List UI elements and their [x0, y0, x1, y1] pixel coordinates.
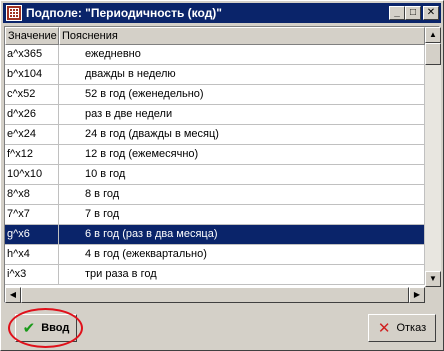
vertical-scroll-thumb[interactable] [425, 43, 441, 65]
table-row[interactable]: e^x24 24 в год (дважды в месяц) [5, 125, 425, 145]
table-row[interactable]: b^x104 дважды в неделю [5, 65, 425, 85]
cell-value: a^x365 [5, 45, 59, 65]
grid-viewport: Значение Пояснения a^x365 ежедневно b^x104… [5, 27, 425, 287]
horizontal-scrollbar[interactable]: ◀ ▶ [5, 287, 425, 303]
scroll-right-arrow-icon[interactable]: ▶ [409, 287, 425, 303]
cell-value: 10^x10 [5, 165, 59, 185]
table-row[interactable]: 10^x10 10 в год [5, 165, 425, 185]
close-button[interactable]: ✕ [423, 6, 439, 20]
table-row[interactable]: c^x52 52 в год (еженедельно) [5, 85, 425, 105]
grid-body: a^x365 ежедневно b^x104 дважды в неделю c^x5… [5, 45, 425, 285]
maximize-button[interactable]: □ [405, 6, 421, 20]
table-icon [6, 5, 22, 21]
cell-description: 4 в год (ежеквартально) [59, 245, 425, 265]
cell-description: 7 в год [59, 205, 425, 225]
cell-value: c^x52 [5, 85, 59, 105]
scrollbar-corner [425, 287, 441, 303]
cancel-button[interactable]: ✕ Отказ [368, 314, 436, 342]
table-row[interactable]: 7^x7 7 в год [5, 205, 425, 225]
scroll-up-arrow-icon[interactable]: ▲ [425, 27, 441, 43]
cell-value: b^x104 [5, 65, 59, 85]
table-row[interactable]: d^x26 раз в две недели [5, 105, 425, 125]
minimize-button[interactable]: _ [389, 6, 405, 20]
title-bar[interactable]: Подполе: "Периодичность (код)" _ □ ✕ [3, 3, 441, 23]
cell-description: 12 в год (ежемесячно) [59, 145, 425, 165]
check-icon: ✔ [22, 319, 36, 337]
cell-value: d^x26 [5, 105, 59, 125]
table-row[interactable]: g^x6 6 в год (раз в два месяца) [5, 225, 425, 245]
scroll-down-arrow-icon[interactable]: ▼ [425, 271, 441, 287]
grid-header: Значение Пояснения [5, 27, 425, 45]
dialog-window: Подполе: "Периодичность (код)" _ □ ✕ Зна… [0, 0, 444, 351]
cell-value: f^x12 [5, 145, 59, 165]
cell-value: 7^x7 [5, 205, 59, 225]
cell-value: h^x4 [5, 245, 59, 265]
column-header-value[interactable]: Значение [5, 27, 59, 45]
table-row[interactable]: f^x12 12 в год (ежемесячно) [5, 145, 425, 165]
table-row[interactable]: h^x4 4 в год (ежеквартально) [5, 245, 425, 265]
cell-value: i^x3 [5, 265, 59, 285]
cross-icon: ✕ [377, 319, 391, 337]
cell-value: 8^x8 [5, 185, 59, 205]
title-buttons: _ □ ✕ [389, 6, 439, 20]
cell-value: e^x24 [5, 125, 59, 145]
cell-description: 52 в год (еженедельно) [59, 85, 425, 105]
cell-value: g^x6 [5, 225, 59, 245]
horizontal-scroll-thumb[interactable] [21, 287, 409, 303]
ok-button[interactable]: ✔ Ввод [15, 314, 77, 342]
cell-description: 10 в год [59, 165, 425, 185]
table-row[interactable]: a^x365 ежедневно [5, 45, 425, 65]
cell-description: три раза в год [59, 265, 425, 285]
data-grid: Значение Пояснения a^x365 ежедневно b^x104… [4, 26, 441, 303]
cell-description: 8 в год [59, 185, 425, 205]
window-title: Подполе: "Периодичность (код)" [26, 6, 222, 20]
vertical-scrollbar[interactable]: ▲ ▼ [425, 27, 441, 287]
cell-description: 6 в год (раз в два месяца) [59, 225, 425, 245]
scroll-left-arrow-icon[interactable]: ◀ [5, 287, 21, 303]
cell-description: 24 в год (дважды в месяц) [59, 125, 425, 145]
column-header-description[interactable]: Пояснения [59, 27, 425, 45]
cancel-button-label: Отказ [396, 322, 427, 334]
table-row[interactable]: 8^x8 8 в год [5, 185, 425, 205]
cell-description: ежедневно [59, 45, 425, 65]
table-row[interactable]: i^x3 три раза в год [5, 265, 425, 285]
cell-description: раз в две недели [59, 105, 425, 125]
ok-button-label: Ввод [41, 322, 70, 334]
cell-description: дважды в неделю [59, 65, 425, 85]
